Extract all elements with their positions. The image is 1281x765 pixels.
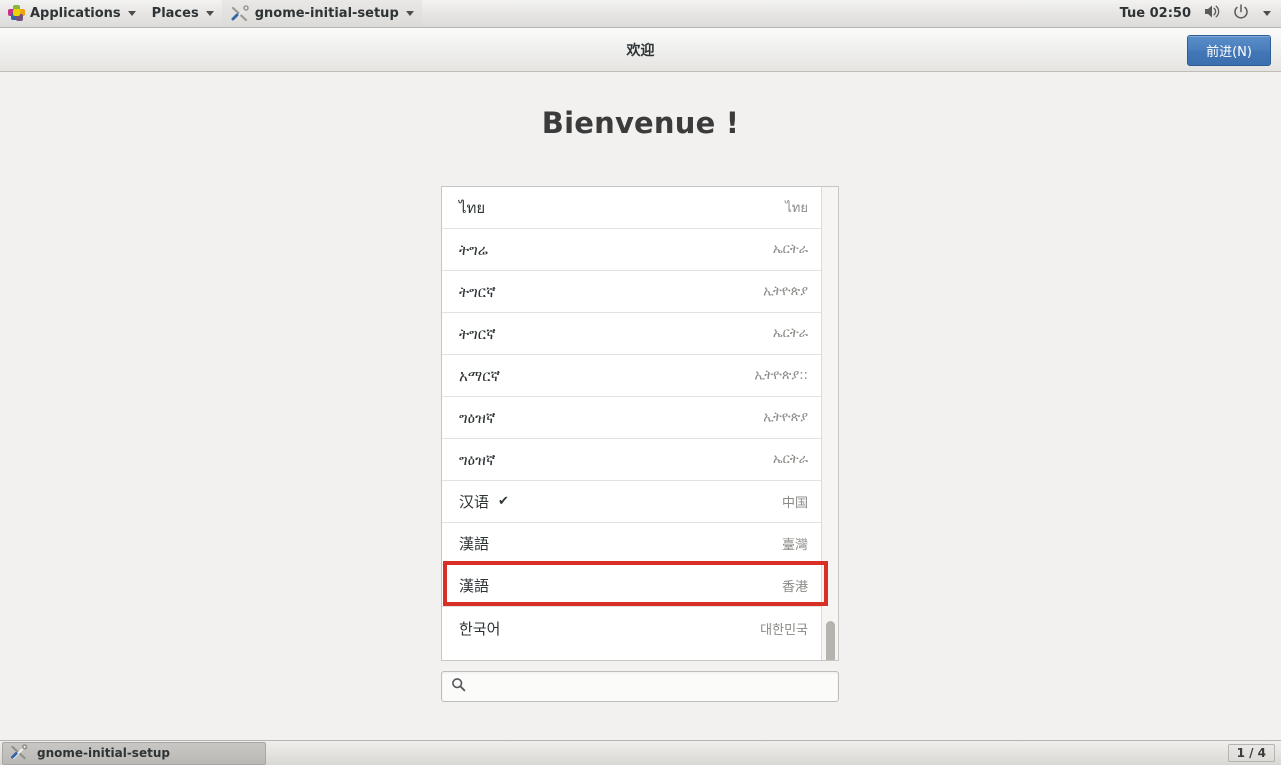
language-name-label: ትግርኛ [459,282,496,301]
search-input[interactable] [473,679,829,694]
language-name: ไทย [459,196,485,220]
language-region-label: ኢትዮጵያ:: [754,368,808,383]
language-name-label: ትግሬ [459,240,488,259]
chevron-down-icon [405,11,414,16]
setup-content: Bienvenue ! ไทย ไทย ትግሬ ኤርትራ ትግርኛ ኢትዮጵያ ትግርኛ ኤር… [0,73,1281,740]
window-headerbar: 欢迎 前进(N) [0,28,1281,72]
language-row[interactable]: አማርኛ ኢትዮጵያ:: [442,355,822,397]
language-row[interactable]: ትግሬ ኤርትራ [442,229,822,271]
language-name: 漢語 [459,533,489,554]
active-window-menu[interactable]: gnome-initial-setup [221,0,422,27]
language-region-label: ไทย [785,201,808,216]
applications-menu-label: Applications [30,6,121,21]
language-row[interactable]: ግዕዝኛ ኢትዮጵያ [442,397,822,439]
tool-icon [230,4,250,23]
scrollbar-thumb[interactable] [826,621,835,660]
language-region-label: ኤርትራ [772,452,808,467]
search-icon [451,677,466,696]
applications-menu[interactable]: Applications [0,0,144,27]
language-search-box[interactable] [441,671,839,702]
language-region-label: 香港 [781,580,808,595]
language-name-label: ግዕዝኛ [459,450,496,469]
language-row[interactable]: 漢語 臺灣 [442,523,822,565]
chevron-down-icon [127,11,136,16]
workspace-switcher[interactable]: 1 / 4 [1227,744,1275,762]
language-region-label: ኢትዮጵያ [763,284,808,299]
language-name: ግዕዝኛ [459,409,495,427]
language-name: 汉语 ✔ [459,491,509,512]
language-list-frame: ไทย ไทย ትግሬ ኤርትራ ትግርኛ ኢትዮጵያ ትግርኛ ኤርትራ አማርኛ ኢትዮጵያ:… [441,186,839,661]
language-region-label: 대한민국 [760,622,808,638]
language-list-scrollbar[interactable] [821,187,838,660]
chevron-down-icon[interactable] [1263,11,1271,16]
language-row[interactable]: ไทย ไทย [442,187,822,229]
language-name-label: አማርኛ [459,366,501,385]
language-region-label: 臺灣 [781,538,808,553]
language-name: ትግሬ [459,241,488,259]
tool-icon [9,744,29,762]
language-name: 漢語 [459,575,489,596]
clock[interactable]: Tue 02:50 [1120,6,1191,21]
language-name: ግዕዝኛ [459,451,495,469]
places-menu-label: Places [151,6,199,21]
language-name-label: ግዕዝኛ [459,408,496,427]
language-name-label: ትግርኛ [459,324,496,343]
places-menu[interactable]: Places [144,0,222,27]
language-row[interactable]: ትግርኛ ኤርትራ [442,313,822,355]
language-name-label: ไทย [459,198,486,217]
language-row[interactable]: 漢語 香港 [442,565,822,607]
taskbar-window-button[interactable]: gnome-initial-setup [2,741,266,765]
gnome-logo-icon [8,5,25,22]
language-name: አማርኛ [459,367,500,385]
top-panel: Applications Places gnome-initial-setup … [0,0,1281,28]
language-name: ትግርኛ [459,283,496,301]
language-region-label: ኤርትራ [772,326,808,341]
active-window-label: gnome-initial-setup [254,6,399,21]
language-name-label: 汉语 [459,493,490,511]
language-region-label: ኢትዮጵያ [763,410,808,425]
bottom-panel: gnome-initial-setup 1 / 4 [0,740,1281,765]
language-name: ትግርኛ [459,325,496,343]
language-row[interactable]: 汉语 ✔ 中国 [442,481,822,523]
language-name-label: 漢語 [459,577,490,595]
chevron-down-icon [205,11,214,16]
welcome-heading: Bienvenue ! [541,106,740,140]
check-icon: ✔ [498,494,509,509]
taskbar-window-label: gnome-initial-setup [37,746,170,760]
next-button[interactable]: 前进(N) [1187,35,1271,66]
language-row[interactable]: 한국어 대한민국 [442,607,822,649]
volume-icon[interactable] [1203,4,1221,23]
language-region-label: 中国 [781,496,808,511]
language-row[interactable]: ግዕዝኛ ኤርትራ [442,439,822,481]
language-region-label: ኤርትራ [772,242,808,257]
page-title: 欢迎 [626,42,655,59]
language-list[interactable]: ไทย ไทย ትግሬ ኤርትራ ትግርኛ ኢትዮጵያ ትግርኛ ኤርትራ አማርኛ ኢትዮጵያ:… [442,187,822,649]
language-name-label: 한국어 [459,619,501,638]
power-icon[interactable] [1233,3,1249,24]
panel-status-area: Tue 02:50 [1120,3,1281,24]
language-name: 한국어 [459,618,500,639]
language-name-label: 漢語 [459,535,490,553]
language-row[interactable]: ትግርኛ ኢትዮጵያ [442,271,822,313]
